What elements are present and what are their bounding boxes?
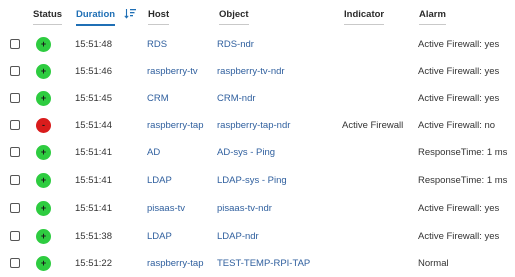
row-time: 15:51:48: [75, 39, 112, 50]
row-select-checkbox[interactable]: [10, 147, 20, 157]
table-row[interactable]: + 15:51:38 LDAP LDAP-ndr Active Firewall…: [0, 223, 515, 250]
row-alarm: Normal: [418, 258, 449, 269]
row-object-link[interactable]: raspberry-tap-ndr: [217, 120, 290, 132]
row-alarm: Active Firewall: yes: [418, 203, 500, 214]
row-time: 15:51:46: [75, 66, 112, 77]
row-time: 15:51:41: [75, 175, 112, 186]
row-time: 15:51:41: [75, 203, 112, 214]
column-header-indicator[interactable]: Indicator: [344, 9, 385, 25]
row-host-link[interactable]: CRM: [147, 93, 169, 105]
row-object-link[interactable]: RDS-ndr: [217, 39, 254, 51]
row-select-checkbox[interactable]: [10, 175, 20, 185]
status-ok-icon: +: [36, 37, 51, 52]
row-select-checkbox[interactable]: [10, 93, 20, 103]
status-ok-icon: +: [36, 91, 51, 106]
column-header-status-label: Status: [33, 9, 63, 20]
row-time: 15:51:22: [75, 258, 112, 269]
row-select-checkbox[interactable]: [10, 39, 20, 49]
column-header-object-label: Object: [219, 9, 249, 20]
row-object-link[interactable]: raspberry-tv-ndr: [217, 66, 285, 78]
row-select-checkbox[interactable]: [10, 66, 20, 76]
status-ok-icon: +: [36, 173, 51, 188]
table-row[interactable]: + 15:51:48 RDS RDS-ndr Active Firewall: …: [0, 31, 515, 58]
row-alarm: Active Firewall: yes: [418, 39, 500, 50]
table-row[interactable]: + 15:51:46 raspberry-tv raspberry-tv-ndr…: [0, 58, 515, 85]
row-object-link[interactable]: TEST-TEMP-RPI-TAP: [217, 258, 310, 270]
row-object-link[interactable]: CRM-ndr: [217, 93, 256, 105]
alarm-table: Status Duration Host Object Indicator Al…: [0, 0, 515, 277]
row-host-link[interactable]: RDS: [147, 39, 167, 51]
row-alarm: Active Firewall: yes: [418, 93, 500, 104]
row-alarm: Active Firewall: yes: [418, 231, 500, 242]
table-row[interactable]: - 15:51:44 raspberry-tap raspberry-tap-n…: [0, 112, 515, 139]
table-row[interactable]: + 15:51:45 CRM CRM-ndr Active Firewall: …: [0, 85, 515, 112]
status-ok-icon: +: [36, 201, 51, 216]
table-row[interactable]: + 15:51:41 pisaas-tv pisaas-tv-ndr Activ…: [0, 195, 515, 222]
column-header-host-label: Host: [148, 9, 170, 20]
row-indicator: Active Firewall: [342, 120, 404, 131]
row-alarm: Active Firewall: yes: [418, 66, 500, 77]
row-object-link[interactable]: AD-sys - Ping: [217, 147, 275, 159]
column-header-indicator-label: Indicator: [344, 9, 385, 20]
row-time: 15:51:45: [75, 93, 112, 104]
column-header-duration[interactable]: Duration: [76, 9, 116, 26]
column-header-host[interactable]: Host: [148, 9, 170, 25]
row-select-checkbox[interactable]: [10, 120, 20, 130]
status-ok-icon: +: [36, 229, 51, 244]
row-host-link[interactable]: raspberry-tv: [147, 66, 198, 78]
row-alarm: Active Firewall: no: [418, 120, 496, 131]
row-alarm: ResponseTime: 1 ms: [418, 147, 508, 158]
row-host-link[interactable]: raspberry-tap: [147, 258, 204, 270]
row-select-checkbox[interactable]: [10, 258, 20, 268]
column-header-alarm-label: Alarm: [419, 9, 446, 20]
sort-descending-icon[interactable]: [124, 8, 136, 19]
row-host-link[interactable]: LDAP: [147, 231, 172, 243]
table-row[interactable]: + 15:51:22 raspberry-tap TEST-TEMP-RPI-T…: [0, 250, 515, 277]
row-select-checkbox[interactable]: [10, 203, 20, 213]
table-row[interactable]: + 15:51:41 AD AD-sys - Ping ResponseTime…: [0, 139, 515, 166]
row-time: 15:51:38: [75, 231, 112, 242]
row-host-link[interactable]: pisaas-tv: [147, 203, 185, 215]
row-time: 15:51:41: [75, 147, 112, 158]
status-ok-icon: +: [36, 145, 51, 160]
status-ok-icon: +: [36, 64, 51, 79]
table-header: Status Duration Host Object Indicator Al…: [0, 0, 515, 27]
row-host-link[interactable]: raspberry-tap: [147, 120, 204, 132]
row-host-link[interactable]: AD: [147, 147, 160, 159]
row-object-link[interactable]: pisaas-tv-ndr: [217, 203, 272, 215]
row-object-link[interactable]: LDAP-ndr: [217, 231, 259, 243]
row-alarm: ResponseTime: 1 ms: [418, 175, 508, 186]
row-object-link[interactable]: LDAP-sys - Ping: [217, 175, 287, 187]
column-header-alarm[interactable]: Alarm: [419, 9, 446, 25]
status-down-icon: -: [36, 118, 51, 133]
column-header-duration-label: Duration: [76, 9, 116, 20]
row-time: 15:51:44: [75, 120, 112, 131]
row-select-checkbox[interactable]: [10, 231, 20, 241]
column-header-status[interactable]: Status: [33, 9, 63, 25]
status-ok-icon: +: [36, 256, 51, 271]
column-header-object[interactable]: Object: [219, 9, 249, 25]
table-row[interactable]: + 15:51:41 LDAP LDAP-sys - Ping Response…: [0, 167, 515, 194]
row-host-link[interactable]: LDAP: [147, 175, 172, 187]
